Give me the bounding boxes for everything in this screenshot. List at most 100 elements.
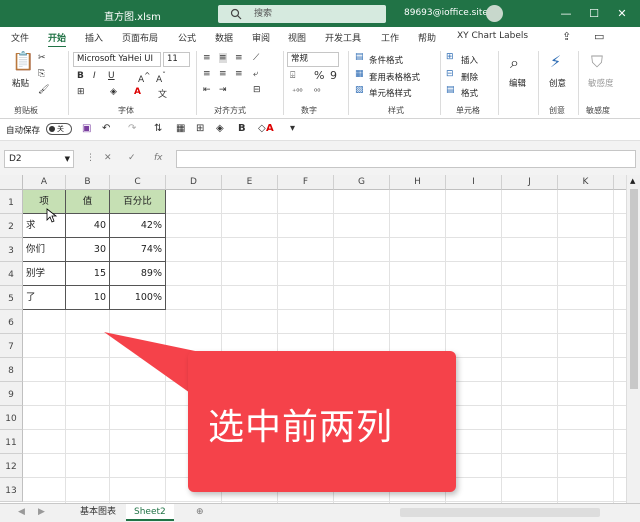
decrease-decimal-icon[interactable]: ⁰⁰ bbox=[314, 87, 320, 96]
row-header-1[interactable]: 1 bbox=[0, 190, 23, 214]
font-color-icon[interactable]: A bbox=[134, 87, 141, 97]
comma-icon[interactable]: 9 bbox=[330, 69, 337, 82]
tab-home[interactable]: 开始 bbox=[48, 31, 67, 48]
col-header-L[interactable] bbox=[614, 175, 626, 190]
name-box[interactable]: D2 ▼ bbox=[4, 150, 74, 168]
share-icon[interactable]: ⇪ bbox=[562, 30, 571, 43]
table-icon[interactable]: ▦ bbox=[176, 123, 185, 134]
cell-A2[interactable]: 求 bbox=[23, 214, 66, 238]
border-icon[interactable]: ⊞ bbox=[77, 87, 85, 97]
row-header-5[interactable]: 5 bbox=[0, 286, 23, 310]
sheet-tab-basic-chart[interactable]: 基本图表 bbox=[72, 504, 124, 521]
percent-icon[interactable]: % bbox=[314, 69, 324, 82]
cell-C1[interactable]: 百分比 bbox=[110, 190, 166, 214]
cell-styles-button[interactable]: 单元格样式 bbox=[369, 87, 412, 99]
row-header-10[interactable]: 10 bbox=[0, 406, 23, 430]
increase-decimal-icon[interactable]: ⁺⁰⁰ bbox=[292, 87, 303, 96]
col-header-K[interactable]: K bbox=[558, 175, 614, 190]
currency-icon[interactable]: ⌹ bbox=[290, 71, 295, 81]
next-sheet-icon[interactable]: ▶ bbox=[30, 504, 53, 521]
sort-icon[interactable]: ⇅ bbox=[154, 123, 162, 134]
scroll-up-icon[interactable]: ▲ bbox=[630, 177, 635, 185]
delete-cells-icon[interactable]: ⊟ bbox=[446, 69, 454, 79]
align-left-icon[interactable]: ≡ bbox=[203, 69, 211, 79]
cell-B1[interactable]: 值 bbox=[66, 190, 110, 214]
conditional-format-button[interactable]: 条件格式 bbox=[369, 54, 403, 66]
row-header-2[interactable]: 2 bbox=[0, 214, 23, 238]
font-name-select[interactable]: Microsoft YaHei UI bbox=[73, 52, 161, 67]
wrap-text-icon[interactable]: ⤶ bbox=[253, 69, 258, 79]
shrink-font-icon[interactable]: Aˇ bbox=[156, 71, 166, 85]
editing-button[interactable]: 编辑 bbox=[509, 77, 526, 89]
underline-icon[interactable]: U bbox=[108, 71, 115, 81]
col-header-I[interactable]: I bbox=[446, 175, 502, 190]
align-center-icon[interactable]: ≡ bbox=[219, 69, 227, 79]
vertical-scrollbar[interactable]: ▲ bbox=[626, 175, 640, 503]
col-header-F[interactable]: F bbox=[278, 175, 334, 190]
font-color-qat-icon[interactable]: A bbox=[266, 123, 274, 134]
close-button[interactable]: ✕ bbox=[612, 4, 632, 24]
row-header-11[interactable]: 11 bbox=[0, 430, 23, 454]
horizontal-scrollbar[interactable] bbox=[400, 508, 600, 517]
ideas-button[interactable]: 创意 bbox=[549, 77, 566, 89]
cell-B2[interactable]: 40 bbox=[66, 214, 110, 238]
row-header-3[interactable]: 3 bbox=[0, 238, 23, 262]
row-header-9[interactable]: 9 bbox=[0, 382, 23, 406]
add-sheet-icon[interactable]: ⊕ bbox=[188, 504, 212, 521]
orientation-icon[interactable]: ⟋ bbox=[253, 53, 259, 63]
row-header-12[interactable]: 12 bbox=[0, 454, 23, 478]
sheet-tab-sheet2[interactable]: Sheet2 bbox=[126, 504, 174, 521]
col-header-D[interactable]: D bbox=[166, 175, 222, 190]
format-table-icon[interactable]: ▦ bbox=[355, 69, 364, 79]
phonetic-icon[interactable]: 文 bbox=[158, 87, 167, 100]
tab-insert[interactable]: 插入 bbox=[85, 31, 103, 44]
row-header-13[interactable]: 13 bbox=[0, 478, 23, 502]
row-header-4[interactable]: 4 bbox=[0, 262, 23, 286]
grow-font-icon[interactable]: A^ bbox=[138, 71, 150, 85]
enter-icon[interactable]: ✓ bbox=[128, 153, 136, 163]
tab-work[interactable]: 工作 bbox=[381, 31, 399, 44]
cell-styles-icon[interactable]: ▧ bbox=[355, 85, 364, 95]
paste-icon[interactable]: 📋 bbox=[12, 51, 34, 72]
col-header-E[interactable]: E bbox=[222, 175, 278, 190]
italic-icon[interactable]: I bbox=[93, 71, 96, 81]
copy-icon[interactable]: ⎘ bbox=[38, 69, 45, 79]
select-all-corner[interactable] bbox=[0, 175, 23, 190]
formula-input[interactable] bbox=[176, 150, 636, 168]
col-header-B[interactable]: B bbox=[66, 175, 110, 190]
cell-B4[interactable]: 15 bbox=[66, 262, 110, 286]
align-bottom-icon[interactable]: ≡ bbox=[235, 53, 243, 63]
tab-file[interactable]: 文件 bbox=[11, 31, 29, 44]
cell-C4[interactable]: 89% bbox=[110, 262, 166, 286]
comment-icon[interactable]: ▭ bbox=[594, 30, 604, 43]
customize-qat-icon[interactable]: ▾ bbox=[290, 123, 295, 134]
cell-C5[interactable]: 100% bbox=[110, 286, 166, 310]
cell-A5[interactable]: 了 bbox=[23, 286, 66, 310]
col-header-G[interactable]: G bbox=[334, 175, 390, 190]
increase-indent-icon[interactable]: ⇥ bbox=[219, 85, 227, 95]
undo-icon[interactable]: ↶ bbox=[102, 123, 110, 134]
format-table-button[interactable]: 套用表格格式 bbox=[369, 71, 420, 83]
format-cells-button[interactable]: 格式 bbox=[461, 87, 478, 99]
cell-B3[interactable]: 30 bbox=[66, 238, 110, 262]
borders-icon[interactable]: ⊞ bbox=[196, 123, 204, 134]
minimize-button[interactable]: — bbox=[556, 4, 576, 24]
cell-C2[interactable]: 42% bbox=[110, 214, 166, 238]
search-edit-icon[interactable]: ⌕ bbox=[510, 53, 519, 73]
chevron-down-icon[interactable]: ▼ bbox=[65, 151, 70, 167]
insert-function-icon[interactable]: fx bbox=[154, 153, 163, 163]
user-account[interactable]: 89693@ioffice.site bbox=[404, 8, 488, 18]
decrease-indent-icon[interactable]: ⇤ bbox=[203, 85, 211, 95]
tab-review[interactable]: 审阅 bbox=[252, 31, 270, 44]
search-box[interactable]: 搜索 bbox=[218, 5, 386, 23]
number-format-select[interactable]: 常规 bbox=[287, 52, 339, 67]
paste-button[interactable]: 粘贴 bbox=[12, 77, 29, 89]
align-top-icon[interactable]: ≡ bbox=[203, 53, 211, 63]
merge-center-icon[interactable]: ⊟ bbox=[253, 85, 261, 95]
insert-cells-button[interactable]: 插入 bbox=[461, 54, 478, 66]
col-header-C[interactable]: C bbox=[110, 175, 166, 190]
sensitivity-button[interactable]: 敏感度 bbox=[588, 77, 614, 89]
cell-B5[interactable]: 10 bbox=[66, 286, 110, 310]
cell-A3[interactable]: 你们 bbox=[23, 238, 66, 262]
col-header-H[interactable]: H bbox=[390, 175, 446, 190]
